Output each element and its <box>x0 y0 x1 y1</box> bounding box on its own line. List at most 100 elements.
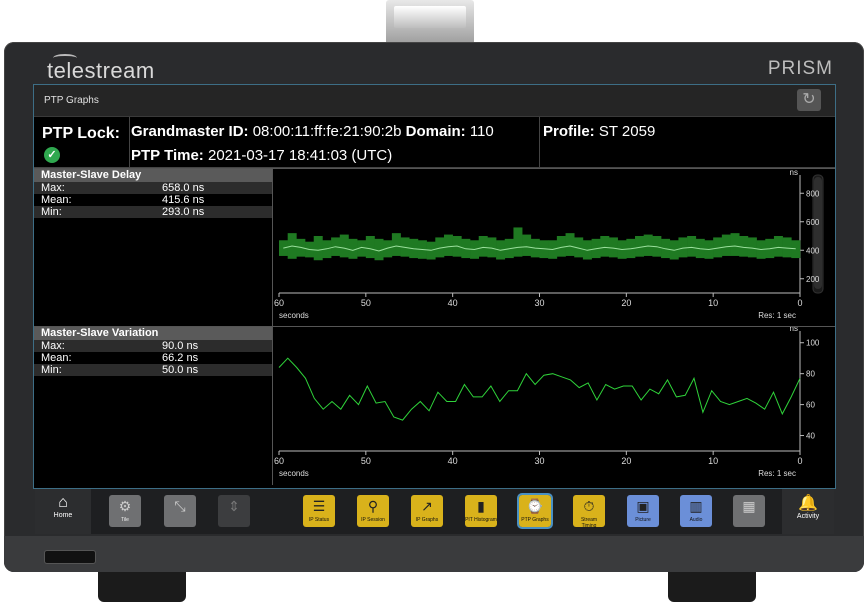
move-button[interactable]: ⇕ <box>218 495 250 527</box>
reset-icon: ↻ <box>802 91 816 108</box>
activity-label: Activity <box>796 513 820 520</box>
range-bar <box>791 240 801 259</box>
x-axis-label: seconds <box>279 469 309 478</box>
stat-label: Mean: <box>41 194 72 206</box>
stat-row: Min: 293.0 ns <box>34 206 272 218</box>
app-ptp-graphs[interactable]: ⌚ PTP Graphs <box>517 493 553 529</box>
stat-value: 50.0 ns <box>162 364 199 376</box>
range-bar <box>730 233 740 256</box>
ptp-time-value: 2021-03-17 18:41:03 (UTC) <box>207 147 393 164</box>
stat-value: 293.0 ns <box>162 206 205 218</box>
x-tick-label: 20 <box>621 298 631 308</box>
variation-stats: Master-Slave Variation Max: 90.0 ns Mean:… <box>34 327 273 485</box>
y-tick-label: 200 <box>806 275 820 284</box>
audio-meter-icon: ▥ <box>689 498 703 514</box>
variation-graph[interactable]: 60 50 40 30 20 10 0 seconds Res: 1 sec ns 100 80 60 4… <box>273 327 835 485</box>
grid-icon: ▦ <box>742 498 756 514</box>
delay-chart-svg: 60 50 40 30 20 10 0 seconds Res: 1 sec ns 800 600 40… <box>274 169 824 320</box>
home-label: Home <box>53 512 73 519</box>
y-tick-label: 800 <box>806 189 820 198</box>
variation-panel: Master-Slave Variation Max: 90.0 ns Mean:… <box>34 326 835 485</box>
range-bar <box>443 234 453 256</box>
stat-row: Mean: 66.2 ns <box>34 352 272 364</box>
resolution-label: Res: 1 sec <box>758 311 796 320</box>
range-bar <box>643 234 653 256</box>
resolution-label: Res: 1 sec <box>758 469 796 478</box>
ptp-time-line: PTP Time: 2021-03-17 18:41:03 (UTC) <box>131 147 392 164</box>
fullscreen-exit-button[interactable]: ⤡ <box>164 495 196 527</box>
x-axis-label: seconds <box>279 311 309 320</box>
bell-icon: 🔔 <box>798 495 818 512</box>
x-tick-label: 10 <box>708 298 718 308</box>
app-label: IP Graphs <box>415 517 439 523</box>
device-foot-right <box>668 568 756 602</box>
x-tick-label: 0 <box>797 456 802 466</box>
x-tick-label: 50 <box>361 298 371 308</box>
tile-label: Tile <box>121 517 129 523</box>
list-icon: ☰ <box>312 498 326 514</box>
x-tick-label: 40 <box>448 298 458 308</box>
clock-graph-icon: ⌚ <box>526 498 544 514</box>
y-tick-label: 80 <box>806 370 815 379</box>
x-tick-label: 20 <box>621 456 631 466</box>
app-label: Picture <box>635 517 651 523</box>
app-stream-timing[interactable]: ⏱ Stream Timing <box>573 495 605 529</box>
range-bar <box>365 236 375 259</box>
picture-icon: ▣ <box>636 498 650 514</box>
app-label: IP Status <box>308 517 330 523</box>
grandmaster-label: Grandmaster ID: <box>131 123 249 140</box>
screen: PTP Graphs ↻ PTP Lock: ✓ Grandmaster ID:… <box>33 84 836 489</box>
x-tick-label: 30 <box>534 456 544 466</box>
profile-section: Profile: ST 2059 <box>539 117 655 167</box>
app-picture[interactable]: ▣ Picture <box>627 495 659 527</box>
product-name: PRISM <box>767 58 833 79</box>
x-tick-label: 40 <box>448 456 458 466</box>
activity-button[interactable]: 🔔 Activity <box>782 489 834 534</box>
app-ip-graphs[interactable]: ↗ IP Graphs <box>411 495 443 527</box>
y-tick-label: 400 <box>806 246 820 255</box>
x-tick-label: 60 <box>274 456 284 466</box>
x-tick-label: 30 <box>534 298 544 308</box>
device-chin <box>4 536 864 572</box>
tile-button[interactable]: ⚙ Tile <box>109 495 141 527</box>
range-bar <box>739 236 749 257</box>
stat-row: Max: 658.0 ns <box>34 182 272 194</box>
range-bar <box>556 236 566 257</box>
grandmaster-line: Grandmaster ID: 08:00:11:ff:fe:21:90:2b … <box>131 123 494 140</box>
reset-button[interactable]: ↻ <box>797 89 821 111</box>
stat-label: Mean: <box>41 352 72 364</box>
stat-value: 415.6 ns <box>162 194 205 206</box>
domain-label: Domain: <box>405 123 466 140</box>
range-bar <box>600 236 610 257</box>
app-ip-session[interactable]: ⚲ IP Session <box>357 495 389 527</box>
stat-label: Max: <box>41 182 65 194</box>
range-bar <box>313 236 323 261</box>
ptp-lock-label: PTP Lock: <box>42 125 120 142</box>
ptp-info-bar: PTP Lock: ✓ Grandmaster ID: 08:00:11:ff:… <box>34 117 835 168</box>
stat-row: Max: 90.0 ns <box>34 340 272 352</box>
app-ip-status[interactable]: ☰ IP Status <box>303 495 335 527</box>
stat-value: 66.2 ns <box>162 352 199 364</box>
delay-graph[interactable]: 60 50 40 30 20 10 0 seconds Res: 1 sec ns 800 600 40… <box>273 169 835 327</box>
home-button[interactable]: ⌂ Home <box>35 489 91 534</box>
window-title: PTP Graphs <box>44 95 99 106</box>
app-grid[interactable]: ▦ <box>733 495 765 527</box>
profile-label: Profile: <box>543 123 595 140</box>
delay-title: Master-Slave Delay <box>34 169 272 182</box>
app-audio[interactable]: ▥ Audio <box>680 495 712 527</box>
app-label: PTP Graphs <box>521 517 549 523</box>
y-tick-label: 60 <box>806 401 815 410</box>
app-pit-histogram[interactable]: ▮ PIT Histogram <box>465 495 497 527</box>
y-tick-label: 600 <box>806 218 820 227</box>
variation-line <box>278 357 801 421</box>
mount-clamp <box>386 0 474 46</box>
range-bar <box>522 234 532 256</box>
device-foot-left <box>98 568 186 602</box>
app-label: Stream Timing <box>580 517 598 529</box>
x-tick-label: 0 <box>797 298 802 308</box>
app-label: IP Session <box>361 517 385 523</box>
range-bar <box>391 233 401 256</box>
x-tick-label: 10 <box>708 456 718 466</box>
profile-value: ST 2059 <box>598 123 656 140</box>
range-bar <box>687 236 697 257</box>
